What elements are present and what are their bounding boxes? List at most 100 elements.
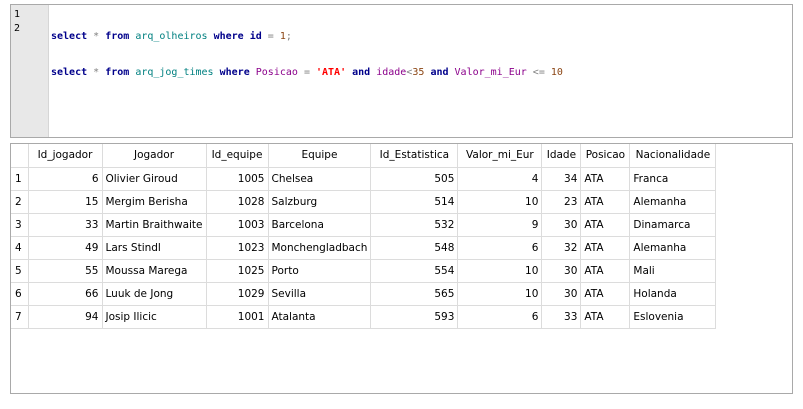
table-cell[interactable]: 10 — [457, 190, 543, 214]
row-number[interactable]: 7 — [11, 305, 29, 329]
table-cell[interactable]: 9 — [457, 213, 543, 237]
sql-code-area[interactable]: select * from arq_olheiros where id = 1;… — [49, 5, 792, 137]
table-cell[interactable]: 514 — [370, 190, 459, 214]
table-cell[interactable]: 55 — [28, 259, 103, 283]
table-cell[interactable]: Lars Stindl — [102, 236, 207, 260]
row-number[interactable]: 3 — [11, 213, 29, 237]
column-header-equipe[interactable]: Equipe — [268, 144, 372, 168]
row-number[interactable]: 6 — [11, 282, 29, 306]
sql-line-2[interactable]: select * from arq_jog_times where Posica… — [51, 66, 792, 80]
table-cell[interactable]: Monchengladbach — [268, 236, 372, 260]
table-cell[interactable]: 548 — [370, 236, 459, 260]
table-cell[interactable]: Martin Braithwaite — [102, 213, 207, 237]
table-cell[interactable]: Holanda — [629, 282, 717, 306]
row-number[interactable]: 4 — [11, 236, 29, 260]
table-cell[interactable]: 505 — [370, 167, 459, 191]
table-cell[interactable]: ATA — [580, 190, 631, 214]
table-cell[interactable]: Moussa Marega — [102, 259, 207, 283]
table-row[interactable]: 5 55 Moussa Marega 1025 Porto 554 10 30 ATA Mali — [11, 259, 717, 283]
sql-operator: * — [87, 31, 106, 42]
table-cell[interactable]: 23 — [541, 190, 582, 214]
sql-line-1[interactable]: select * from arq_olheiros where id = 1; — [51, 30, 792, 44]
sql-table-name: arq_olheiros — [135, 31, 208, 42]
table-cell[interactable]: 4 — [457, 167, 543, 191]
sql-editor[interactable]: 1 2 select * from arq_olheiros where id … — [10, 4, 793, 138]
table-cell[interactable]: ATA — [580, 236, 631, 260]
table-cell[interactable]: 554 — [370, 259, 459, 283]
table-cell[interactable]: Alemanha — [629, 190, 717, 214]
table-cell[interactable]: Josip Ilicic — [102, 305, 207, 329]
table-cell[interactable]: Chelsea — [268, 167, 372, 191]
table-cell[interactable]: 532 — [370, 213, 459, 237]
sql-column-name: Valor_mi_Eur — [454, 67, 527, 78]
table-cell[interactable]: ATA — [580, 305, 631, 329]
table-cell[interactable]: 6 — [457, 236, 543, 260]
column-header-idade[interactable]: Idade — [541, 144, 582, 168]
table-cell[interactable]: ATA — [580, 213, 631, 237]
table-cell[interactable]: 1005 — [206, 167, 269, 191]
table-row[interactable]: 7 94 Josip Ilicic 1001 Atalanta 593 6 33 ATA Eslo… — [11, 305, 717, 329]
table-cell[interactable]: Porto — [268, 259, 372, 283]
table-cell[interactable]: ATA — [580, 282, 631, 306]
table-cell[interactable]: 593 — [370, 305, 459, 329]
sql-operator: ; — [285, 31, 292, 42]
table-cell[interactable]: Alemanha — [629, 236, 717, 260]
table-cell[interactable]: 30 — [541, 213, 582, 237]
table-cell[interactable]: 565 — [370, 282, 459, 306]
column-header-nacionalidade[interactable]: Nacionalidade — [629, 144, 717, 168]
table-cell[interactable]: 66 — [28, 282, 103, 306]
column-header-id-estatistica[interactable]: Id_Estatistica — [370, 144, 459, 168]
table-cell[interactable]: Atalanta — [268, 305, 372, 329]
table-row[interactable]: 3 33 Martin Braithwaite 1003 Barcelona 532 9 30… — [11, 213, 717, 237]
row-number[interactable]: 1 — [11, 167, 29, 191]
column-header-id-jogador[interactable]: Id_jogador — [28, 144, 103, 168]
table-cell[interactable]: Dinamarca — [629, 213, 717, 237]
table-cell[interactable]: 15 — [28, 190, 103, 214]
row-number[interactable]: 5 — [11, 259, 29, 283]
table-cell[interactable]: Eslovenia — [629, 305, 717, 329]
table-cell[interactable]: 33 — [28, 213, 103, 237]
sql-operator: = — [261, 31, 280, 42]
column-header-jogador[interactable]: Jogador — [102, 144, 207, 168]
table-row[interactable]: 4 49 Lars Stindl 1023 Monchengladbach 548 6 32 A… — [11, 236, 717, 260]
table-row[interactable]: 2 15 Mergim Berisha 1028 Salzburg 514 10 23 ATA A… — [11, 190, 717, 214]
table-cell[interactable]: 1028 — [206, 190, 269, 214]
column-header-valor-mi-eur[interactable]: Valor_mi_Eur — [457, 144, 543, 168]
table-cell[interactable]: 1025 — [206, 259, 269, 283]
table-cell[interactable]: 10 — [457, 282, 543, 306]
table-cell[interactable]: Sevilla — [268, 282, 372, 306]
table-cell[interactable]: ATA — [580, 167, 631, 191]
table-cell[interactable]: 94 — [28, 305, 103, 329]
table-row[interactable]: 6 66 Luuk de Jong 1029 Sevilla 565 10 30 ATA Hola… — [11, 282, 717, 306]
column-header-posicao[interactable]: Posicao — [580, 144, 631, 168]
table-cell[interactable]: Salzburg — [268, 190, 372, 214]
table-cell[interactable]: 6 — [28, 167, 103, 191]
table-cell[interactable]: Olivier Giroud — [102, 167, 207, 191]
table-cell[interactable]: 49 — [28, 236, 103, 260]
table-cell[interactable]: 32 — [541, 236, 582, 260]
table-cell[interactable]: Franca — [629, 167, 717, 191]
table-cell[interactable]: 1029 — [206, 282, 269, 306]
table-cell[interactable]: 10 — [457, 259, 543, 283]
sql-operator: * — [87, 67, 106, 78]
table-cell[interactable]: 1003 — [206, 213, 269, 237]
table-cell[interactable]: 33 — [541, 305, 582, 329]
table-cell[interactable]: Mergim Berisha — [102, 190, 207, 214]
table-cell[interactable]: 1023 — [206, 236, 269, 260]
table-cell[interactable]: 34 — [541, 167, 582, 191]
table-cell[interactable]: 30 — [541, 259, 582, 283]
row-number[interactable]: 2 — [11, 190, 29, 214]
table-cell[interactable]: Barcelona — [268, 213, 372, 237]
table-row[interactable]: 1 6 Olivier Giroud 1005 Chelsea 505 4 34 ATA Fran… — [11, 167, 717, 191]
table-cell[interactable]: Mali — [629, 259, 717, 283]
sql-table-name: arq_jog_times — [135, 67, 214, 78]
table-cell[interactable]: ATA — [580, 259, 631, 283]
table-cell[interactable]: Luuk de Jong — [102, 282, 207, 306]
sql-keyword: select — [51, 67, 88, 78]
table-cell[interactable]: 30 — [541, 282, 582, 306]
table-cell[interactable]: 6 — [457, 305, 543, 329]
column-header-id-equipe[interactable]: Id_equipe — [206, 144, 269, 168]
table-cell[interactable]: 1001 — [206, 305, 269, 329]
sql-column-name: id — [249, 31, 262, 42]
results-grid[interactable]: Id_jogador Jogador Id_equipe Equipe Id_E… — [10, 143, 793, 394]
